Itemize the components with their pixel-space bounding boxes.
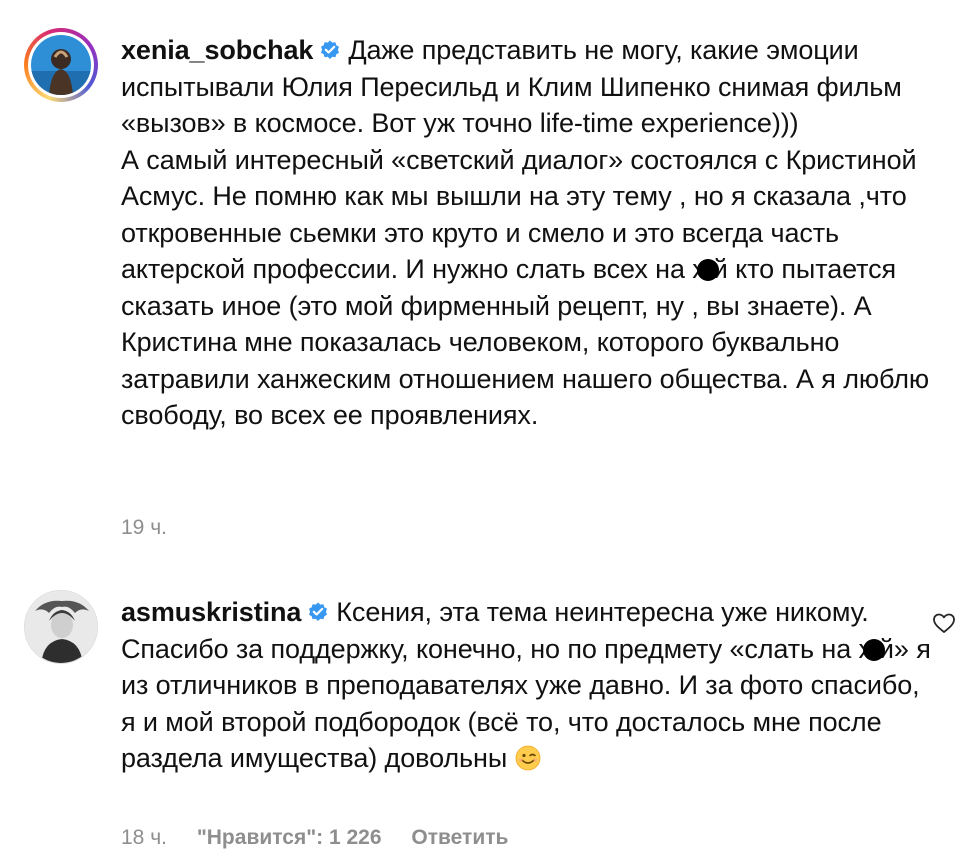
- comment-time[interactable]: 19 ч.: [121, 516, 167, 539]
- verified-badge-icon: [321, 40, 340, 59]
- avatar-asmus[interactable]: [24, 590, 98, 664]
- avatar-xenia[interactable]: [24, 28, 98, 102]
- winking-face-emoji: [515, 745, 541, 771]
- heart-outline-icon[interactable]: [932, 612, 956, 634]
- comment-username[interactable]: xenia_sobchak: [121, 35, 313, 65]
- avatar-image: [25, 591, 97, 663]
- avatar-image: [31, 35, 91, 95]
- comment-meta: 19 ч.: [121, 516, 191, 540]
- verified-badge-icon: [309, 602, 328, 621]
- comment-body: asmuskristina Ксения, эта тема неинтерес…: [121, 594, 931, 777]
- comment-meta: 18 ч. "Нравится": 1 226 Ответить: [121, 826, 532, 850]
- comment-body: xenia_sobchak Даже представить не могу, …: [121, 32, 931, 434]
- comment-username[interactable]: asmuskristina: [121, 597, 301, 627]
- likes-count[interactable]: "Нравится": 1 226: [197, 826, 382, 849]
- censor-blot: [696, 259, 719, 281]
- comment-time[interactable]: 18 ч.: [121, 826, 167, 849]
- censor-blot: [862, 638, 885, 661]
- story-ring: [24, 28, 98, 102]
- reply-button[interactable]: Ответить: [411, 826, 508, 849]
